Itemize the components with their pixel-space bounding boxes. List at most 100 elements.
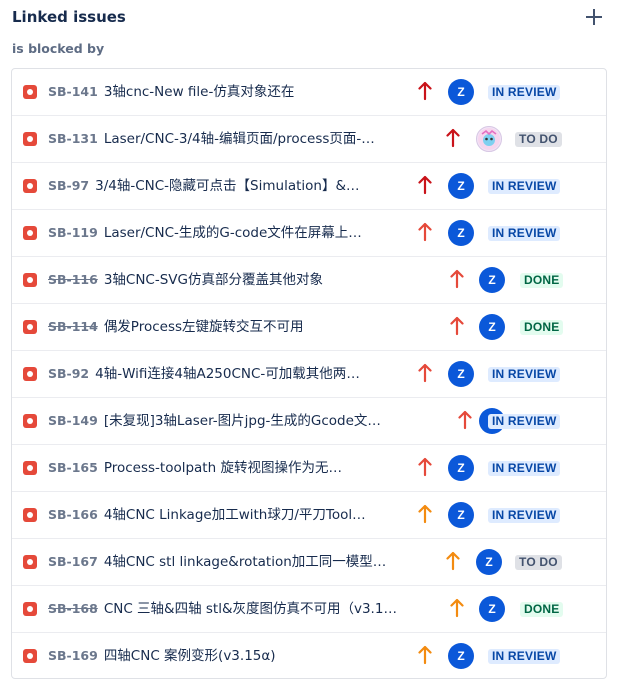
issue-key[interactable]: SB-149 <box>48 413 98 428</box>
linked-issues-header: Linked issues <box>12 6 605 30</box>
status-lozenge[interactable]: IN REVIEW <box>488 226 561 241</box>
status-lozenge[interactable]: IN REVIEW <box>488 85 561 100</box>
issue-key[interactable]: SB-114 <box>48 319 98 334</box>
issue-row[interactable]: SB-166 4轴CNC Linkage加工with球刀/平刀Toolpath生成… <box>12 492 606 539</box>
priority-high-icon <box>450 316 464 336</box>
priority-medium-icon <box>446 551 460 571</box>
bug-type-icon <box>23 508 37 522</box>
issue-link[interactable]: SB-97 3/4轴-CNC-隐藏可点击【Simulation】&【Export】 <box>48 177 366 195</box>
add-link-icon[interactable] <box>585 8 603 26</box>
issue-row[interactable]: SB-167 4轴CNC stl linkage&rotation加工同一模型角度… <box>12 539 606 586</box>
issue-row[interactable]: SB-149 [未复现]3轴Laser-图片jpg-生成的Gcode文件-在预览中… <box>12 398 606 445</box>
issue-summary[interactable]: 3轴cnc-New file-仿真对象还在 <box>104 84 295 100</box>
assignee-avatar[interactable]: Z <box>448 173 474 199</box>
priority-high-icon <box>450 269 464 289</box>
issue-key[interactable]: SB-97 <box>48 178 89 193</box>
issue-key[interactable]: SB-116 <box>48 272 98 287</box>
issue-key[interactable]: SB-119 <box>48 225 98 240</box>
issue-link[interactable]: SB-92 4轴-Wifi连接4轴A250CNC-可加载其他两个对象 <box>48 365 362 383</box>
priority-highest-icon <box>418 175 432 195</box>
issue-row[interactable]: SB-119 Laser/CNC-生成的G-code文件在屏幕上未显示完整 Z IN … <box>12 210 606 257</box>
issue-link[interactable]: SB-131 Laser/CNC-3/4轴-编辑页面/process页面-【+】按… <box>48 130 388 148</box>
issue-summary[interactable]: Process-toolpath 旋转视图操作为无效操作 <box>104 460 348 476</box>
issue-link[interactable]: SB-168 CNC 三轴&四轴 stl&灰度图仿真不可用（v3.15α） <box>48 600 398 618</box>
priority-high-icon <box>418 457 432 477</box>
status-lozenge[interactable]: TO DO <box>515 555 562 570</box>
issue-key[interactable]: SB-168 <box>48 601 98 616</box>
assignee-avatar[interactable]: Z <box>479 596 505 622</box>
status-lozenge[interactable]: IN REVIEW <box>488 508 561 523</box>
panel-title: Linked issues <box>12 8 126 26</box>
issue-row[interactable]: SB-92 4轴-Wifi连接4轴A250CNC-可加载其他两个对象 Z IN REV… <box>12 351 606 398</box>
issue-key[interactable]: SB-165 <box>48 460 98 475</box>
issue-link[interactable]: SB-119 Laser/CNC-生成的G-code文件在屏幕上未显示完整 <box>48 224 366 242</box>
linked-issues-list: SB-141 3轴cnc-New file-仿真对象还在 Z IN REVIEW SB-… <box>11 68 607 679</box>
issue-link[interactable]: SB-166 4轴CNC Linkage加工with球刀/平刀Toolpath生成 <box>48 506 368 524</box>
bug-type-icon <box>23 132 37 146</box>
assignee-avatar[interactable]: Z <box>448 455 474 481</box>
bug-type-icon <box>23 555 37 569</box>
issue-summary[interactable]: 偶发Process左键旋转交互不可用 <box>104 319 304 335</box>
issue-row[interactable]: SB-168 CNC 三轴&四轴 stl&灰度图仿真不可用（v3.15α） Z DON… <box>12 586 606 633</box>
status-lozenge[interactable]: IN REVIEW <box>488 179 561 194</box>
assignee-avatar[interactable]: Z <box>448 643 474 669</box>
issue-link[interactable]: SB-114 偶发Process左键旋转交互不可用 <box>48 318 348 336</box>
issue-summary[interactable]: 四轴CNC 案例变形(v3.15α) <box>104 648 276 664</box>
priority-high-icon <box>458 410 472 430</box>
issue-key[interactable]: SB-167 <box>48 554 98 569</box>
bug-type-icon <box>23 320 37 334</box>
issue-summary[interactable]: Laser/CNC-生成的G-code文件在屏幕上未显示完整 <box>104 225 366 241</box>
issue-row[interactable]: SB-97 3/4轴-CNC-隐藏可点击【Simulation】&【Export】… <box>12 163 606 210</box>
issue-row[interactable]: SB-169 四轴CNC 案例变形(v3.15α) Z IN REVIEW <box>12 633 606 678</box>
issue-key[interactable]: SB-166 <box>48 507 98 522</box>
bug-type-icon <box>23 602 37 616</box>
issue-link[interactable]: SB-116 3轴CNC-SVG仿真部分覆盖其他对象 <box>48 271 348 289</box>
bug-type-icon <box>23 85 37 99</box>
priority-medium-icon <box>450 598 464 618</box>
issue-summary[interactable]: 3轴CNC-SVG仿真部分覆盖其他对象 <box>104 272 323 288</box>
issue-row[interactable]: SB-165 Process-toolpath 旋转视图操作为无效操作 Z IN RE… <box>12 445 606 492</box>
assignee-avatar[interactable]: Z <box>476 549 502 575</box>
issue-row[interactable]: SB-116 3轴CNC-SVG仿真部分覆盖其他对象 Z DONE <box>12 257 606 304</box>
assignee-avatar[interactable]: Z <box>448 79 474 105</box>
issue-link[interactable]: SB-167 4轴CNC stl linkage&rotation加工同一模型角度… <box>48 553 396 571</box>
assignee-avatar[interactable]: Z <box>479 267 505 293</box>
issue-summary[interactable]: 4轴-Wifi连接4轴A250CNC-可加载其他两个对象 <box>95 366 362 382</box>
assignee-avatar[interactable]: Z <box>448 361 474 387</box>
bug-type-icon <box>23 414 37 428</box>
issue-row[interactable]: SB-114 偶发Process左键旋转交互不可用 Z DONE <box>12 304 606 351</box>
issue-key[interactable]: SB-141 <box>48 84 98 99</box>
bug-type-icon <box>23 226 37 240</box>
issue-summary[interactable]: 3/4轴-CNC-隐藏可点击【Simulation】&【Export】 <box>95 178 366 194</box>
issue-key[interactable]: SB-169 <box>48 648 98 663</box>
status-lozenge[interactable]: IN REVIEW <box>488 461 561 476</box>
issue-link[interactable]: SB-149 [未复现]3轴Laser-图片jpg-生成的Gcode文件-在预览中… <box>48 412 394 430</box>
status-lozenge[interactable]: IN REVIEW <box>488 649 561 664</box>
status-lozenge[interactable]: TO DO <box>515 132 562 147</box>
issue-summary[interactable]: 4轴CNC stl linkage&rotation加工同一模型角度不同 <box>104 554 396 570</box>
status-lozenge[interactable]: DONE <box>520 320 564 335</box>
bug-type-icon <box>23 461 37 475</box>
status-lozenge[interactable]: DONE <box>520 602 564 617</box>
priority-medium-icon <box>418 645 432 665</box>
issue-link[interactable]: SB-169 四轴CNC 案例变形(v3.15α) <box>48 647 348 665</box>
assignee-avatar[interactable]: Z <box>448 220 474 246</box>
issue-link[interactable]: SB-141 3轴cnc-New file-仿真对象还在 <box>48 83 388 101</box>
priority-medium-icon <box>418 504 432 524</box>
status-lozenge[interactable]: IN REVIEW <box>488 367 561 382</box>
status-lozenge[interactable]: IN REVIEW <box>488 414 561 429</box>
assignee-avatar[interactable]: Z <box>448 502 474 528</box>
assignee-avatar[interactable] <box>476 126 502 152</box>
issue-summary[interactable]: [未复现]3轴Laser-图片jpg-生成的Gcode文件-在预览中显示 <box>104 413 394 429</box>
status-lozenge[interactable]: DONE <box>520 273 564 288</box>
assignee-avatar[interactable]: Z <box>479 314 505 340</box>
issue-key[interactable]: SB-92 <box>48 366 89 381</box>
issue-link[interactable]: SB-165 Process-toolpath 旋转视图操作为无效操作 <box>48 459 348 477</box>
issue-row[interactable]: SB-141 3轴cnc-New file-仿真对象还在 Z IN REVIEW <box>12 69 606 116</box>
issue-summary[interactable]: CNC 三轴&四轴 stl&灰度图仿真不可用（v3.15α） <box>104 601 398 617</box>
issue-summary[interactable]: 4轴CNC Linkage加工with球刀/平刀Toolpath生成 <box>104 507 368 523</box>
priority-highest-icon <box>418 81 432 101</box>
issue-row[interactable]: SB-131 Laser/CNC-3/4轴-编辑页面/process页面-【+】按… <box>12 116 606 163</box>
issue-key[interactable]: SB-131 <box>48 131 98 146</box>
issue-summary[interactable]: Laser/CNC-3/4轴-编辑页面/process页面-【+】按钮 <box>104 131 388 147</box>
